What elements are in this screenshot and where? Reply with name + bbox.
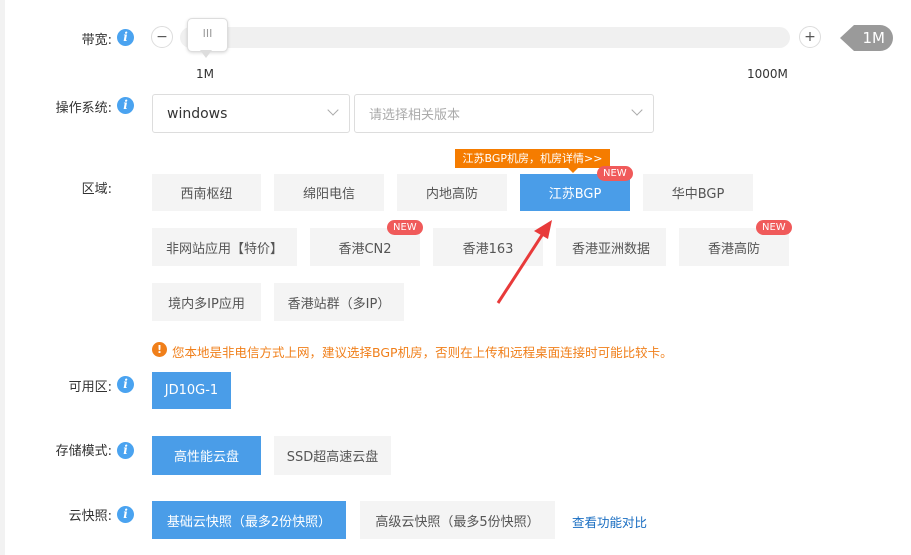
slider-handle[interactable]: III [187, 18, 228, 52]
region-option[interactable]: 境内多IP应用 [152, 283, 261, 321]
increase-button[interactable]: + [799, 26, 821, 48]
info-icon[interactable]: i [117, 506, 134, 523]
storage-option-selected[interactable]: 高性能云盘 [152, 436, 261, 475]
tooltip-pointer [568, 168, 578, 173]
red-arrow-annotation [496, 220, 552, 304]
os-label: 操作系统: [55, 101, 112, 116]
zone-option-selected[interactable]: JD10G-1 [152, 372, 231, 409]
storage-label: 存储模式: [55, 444, 112, 459]
zone-label: 可用区: [68, 380, 112, 395]
region-option[interactable]: 绵阳电信 [274, 174, 384, 211]
info-icon[interactable]: i [117, 29, 134, 46]
region-tooltip[interactable]: 江苏BGP机房，机房详情>> [455, 149, 610, 168]
info-icon[interactable]: i [117, 376, 134, 393]
compare-link[interactable]: 查看功能对比 [572, 512, 647, 531]
max-label: 1000M [747, 67, 788, 81]
min-label: 1M [196, 67, 214, 81]
info-icon[interactable]: i [117, 442, 134, 459]
region-option[interactable]: 内地高防 [397, 174, 507, 211]
new-badge: NEW [597, 166, 633, 181]
bandwidth-value: 1M [840, 25, 893, 51]
storage-option[interactable]: SSD超高速云盘 [274, 436, 391, 475]
handle-pointer [200, 50, 212, 58]
decrease-button[interactable]: − [151, 26, 173, 48]
bandwidth-slider-track[interactable] [180, 27, 790, 48]
warning-icon: ! [152, 342, 167, 357]
region-warning: 您本地是非电信方式上网，建议选择BGP机房，否则在上传和远程桌面连接时可能比较卡… [172, 345, 673, 360]
region-option[interactable]: 非网站应用【特价】 [152, 228, 297, 266]
region-label: 区域: [81, 182, 112, 197]
os-value: windows [167, 105, 228, 122]
bandwidth-label: 带宽: [81, 33, 112, 48]
os-version-placeholder: 请选择相关版本 [369, 108, 461, 123]
snapshot-label: 云快照: [68, 509, 112, 524]
region-option[interactable]: 华中BGP [643, 174, 753, 211]
snapshot-option[interactable]: 高级云快照（最多5份快照） [360, 501, 555, 539]
left-border [0, 0, 5, 555]
chevron-down-icon [631, 104, 643, 116]
region-option[interactable]: 香港亚洲数据 [556, 228, 666, 266]
os-select[interactable]: windows [152, 94, 350, 133]
os-version-select[interactable]: 请选择相关版本 [354, 94, 654, 133]
chevron-down-icon [327, 104, 339, 116]
info-icon[interactable]: i [117, 97, 134, 114]
new-badge: NEW [387, 220, 423, 235]
snapshot-option-selected[interactable]: 基础云快照（最多2份快照） [152, 501, 346, 539]
new-badge: NEW [756, 220, 792, 235]
region-option[interactable]: 香港站群（多IP） [274, 283, 404, 321]
region-option[interactable]: 西南枢纽 [152, 174, 261, 211]
